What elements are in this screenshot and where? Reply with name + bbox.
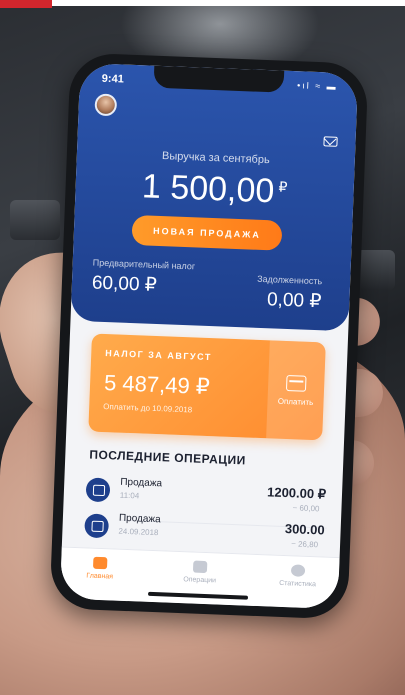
pre-tax-value: 60,00 ₽: [91, 272, 158, 296]
mail-icon[interactable]: [323, 136, 338, 147]
tax-card-title: НАЛОГ ЗА АВГУСТ: [105, 348, 213, 363]
wallet-icon: [85, 477, 111, 503]
tab-statistics-label: Статистика: [279, 579, 317, 589]
tab-home[interactable]: Главная: [65, 556, 136, 582]
pay-button-label: Оплатить: [277, 396, 314, 407]
debt-label: Задолженность: [256, 273, 323, 287]
pie-chart-icon: [290, 564, 306, 577]
tab-operations[interactable]: Операции: [165, 559, 236, 585]
operation-fee: − 60,00: [292, 503, 320, 514]
tax-card-due: Оплатить до 10.09.2018: [103, 401, 193, 415]
smartphone: 9:41 •ıl ≈ ▬ Выручка за сентябрь 1 500,0…: [49, 52, 369, 620]
top-border: [52, 0, 405, 6]
revenue-amount: 1 500,00: [141, 167, 276, 211]
tab-statistics[interactable]: Статистика: [262, 563, 333, 589]
operation-time: 24.09.2018: [118, 526, 159, 538]
status-icons: •ıl ≈ ▬: [296, 80, 338, 92]
operations-title: ПОСЛЕДНИЕ ОПЕРАЦИИ: [89, 447, 247, 468]
operation-time: 11:04: [119, 490, 140, 501]
operation-amount: 1200.00 ₽: [266, 484, 327, 502]
tax-card[interactable]: НАЛОГ ЗА АВГУСТ 5 487,49 ₽ Оплатить до 1…: [88, 333, 326, 441]
operation-name: Продажа: [118, 512, 161, 526]
operation-name: Продажа: [120, 476, 163, 490]
tab-bar: Главная Операции Статистика: [59, 546, 340, 610]
status-time: 9:41: [101, 72, 125, 86]
revenue-value: 1 500,00 ₽: [75, 165, 354, 215]
wallet-icon: [84, 513, 110, 539]
tab-operations-label: Операции: [183, 576, 217, 585]
tab-home-label: Главная: [86, 572, 114, 581]
new-sale-button[interactable]: НОВАЯ ПРОДАЖА: [131, 214, 283, 251]
pay-button[interactable]: Оплатить: [266, 340, 326, 441]
brand-corner-mark: [0, 0, 52, 8]
briefcase-icon: [92, 556, 108, 570]
revenue-currency: ₽: [278, 178, 288, 195]
phone-screen: 9:41 •ıl ≈ ▬ Выручка за сентябрь 1 500,0…: [59, 62, 359, 610]
operation-amount: 300.00: [284, 521, 325, 538]
summary-header: 9:41 •ıl ≈ ▬ Выручка за сентябрь 1 500,0…: [70, 62, 359, 332]
debt-value: 0,00 ₽: [266, 289, 322, 313]
operation-fee: − 26,80: [290, 539, 319, 550]
air-vent-left: [10, 200, 60, 240]
photo-background: 9:41 •ıl ≈ ▬ Выручка за сентябрь 1 500,0…: [0, 0, 405, 695]
tax-card-value: 5 487,49 ₽: [103, 370, 211, 400]
avatar[interactable]: [94, 93, 118, 117]
pre-tax-label: Предварительный налог: [92, 257, 196, 272]
credit-card-icon: [285, 374, 307, 392]
wallet-icon: [192, 560, 208, 574]
